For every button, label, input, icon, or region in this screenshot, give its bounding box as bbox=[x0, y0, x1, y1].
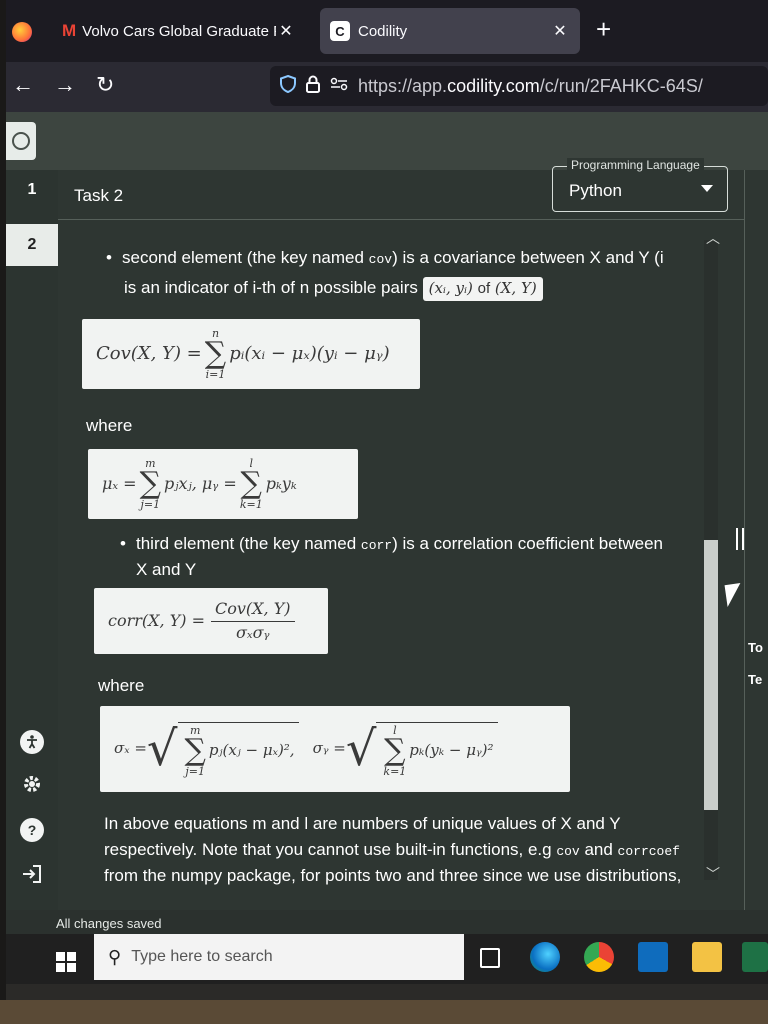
language-label: Programming Language bbox=[567, 158, 704, 172]
right-panel bbox=[744, 170, 768, 910]
codility-icon: C bbox=[330, 21, 350, 41]
sigma-formula: σₓ = √ m ∑ j=1 pⱼ(xⱼ − μₓ)², σᵧ = √ l ∑ k=1 … bbox=[100, 706, 570, 792]
search-icon: ⚲ bbox=[108, 946, 122, 967]
task-description-panel: Task 2 Programming Language Python • sec… bbox=[58, 158, 744, 910]
panel-splitter-handle[interactable] bbox=[736, 528, 744, 550]
url-bar[interactable]: https://app.codility.com/c/run/2FAHKC-64… bbox=[270, 66, 768, 106]
browser-tab-bar: M Volvo Cars Global Graduate Pro ✕ C Cod… bbox=[6, 0, 768, 62]
taskbar-search-input[interactable]: ⚲ Type here to search bbox=[94, 934, 464, 980]
excel-icon[interactable] bbox=[742, 942, 768, 972]
task-header: Task 2 Programming Language Python bbox=[58, 158, 744, 220]
corr-formula: corr(X, Y) = Cov(X, Y) σₓσᵧ bbox=[94, 588, 328, 654]
gmail-icon: M bbox=[62, 21, 77, 40]
tab-volvo[interactable]: M Volvo Cars Global Graduate Pro ✕ bbox=[52, 8, 306, 54]
firefox-icon bbox=[12, 22, 32, 42]
where-label: where bbox=[98, 676, 145, 695]
where-label: where bbox=[86, 416, 133, 435]
tab-title: Volvo Cars Global Graduate Pro bbox=[82, 22, 276, 40]
sidebar-item-task-1[interactable]: 1 bbox=[6, 170, 58, 210]
search-placeholder: Type here to search bbox=[131, 948, 273, 965]
chevron-up-icon[interactable]: ︿ bbox=[706, 228, 720, 248]
list-item: • third element (the key named corr) is … bbox=[120, 534, 664, 553]
reload-button[interactable]: ↻ bbox=[96, 72, 114, 98]
accessibility-icon[interactable] bbox=[20, 730, 44, 754]
task-view-icon[interactable] bbox=[480, 948, 500, 968]
right-panel-label: To bbox=[748, 640, 763, 655]
close-icon[interactable]: ✕ bbox=[276, 21, 296, 41]
shield-icon[interactable] bbox=[280, 74, 296, 98]
mouse-cursor-icon bbox=[724, 582, 744, 608]
list-item: • second element (the key named cov) is … bbox=[106, 248, 664, 267]
gear-icon[interactable] bbox=[20, 772, 44, 796]
pairs-math: (xᵢ, yᵢ) of (X, Y) bbox=[422, 277, 543, 301]
save-status: All changes saved bbox=[56, 916, 162, 931]
mu-formula: μₓ = m ∑ j=1 pⱼxⱼ, μᵧ = l ∑ k=1 pₖyₖ bbox=[88, 449, 358, 519]
help-icon[interactable]: ? bbox=[20, 818, 44, 842]
close-icon[interactable]: ✕ bbox=[550, 21, 570, 41]
file-explorer-icon[interactable] bbox=[692, 942, 722, 972]
lock-icon[interactable] bbox=[306, 75, 320, 98]
language-select[interactable]: Programming Language Python bbox=[552, 158, 728, 212]
outlook-icon[interactable] bbox=[638, 942, 668, 972]
cov-formula: Cov(X, Y) = n ∑ i=1 pᵢ(xᵢ − μₓ)(yᵢ − μᵧ) bbox=[82, 319, 420, 389]
scrollbar-thumb[interactable] bbox=[704, 540, 718, 810]
permissions-icon[interactable] bbox=[330, 76, 348, 96]
task-title: Task 2 bbox=[74, 186, 124, 205]
tab-codility[interactable]: C Codility ✕ bbox=[320, 8, 580, 54]
right-panel-label: Te bbox=[748, 672, 763, 687]
task-sidebar: 1 2 ? bbox=[6, 170, 58, 910]
paragraph-line: respectively. Note that you cannot use b… bbox=[104, 840, 680, 859]
chevron-down-icon bbox=[701, 185, 713, 192]
language-value: Python bbox=[569, 181, 622, 200]
chevron-down-icon[interactable]: ﹀ bbox=[706, 864, 720, 884]
new-tab-button[interactable]: + bbox=[596, 14, 611, 45]
browser-nav-bar: ← → ↻ https://app.codility.com/c/run/2FA… bbox=[6, 62, 768, 112]
paragraph-line: In above equations m and l are numbers o… bbox=[104, 814, 621, 833]
desk-surface bbox=[0, 1000, 768, 1024]
edge-icon[interactable] bbox=[530, 942, 560, 972]
forward-button[interactable]: → bbox=[54, 72, 76, 98]
codility-logo-icon[interactable] bbox=[6, 122, 36, 160]
windows-start-icon[interactable] bbox=[56, 952, 76, 972]
chrome-icon[interactable] bbox=[584, 942, 614, 972]
sidebar-item-task-2[interactable]: 2 bbox=[6, 224, 58, 266]
url-text: https://app.codility.com/c/run/2FAHKC-64… bbox=[358, 75, 703, 96]
list-item-continued: X and Y bbox=[136, 560, 197, 579]
back-button[interactable]: ← bbox=[12, 72, 34, 98]
windows-taskbar: ⚲ Type here to search bbox=[6, 934, 768, 984]
task-content: • second element (the key named cov) is … bbox=[58, 228, 708, 910]
list-item-continued: is an indicator of i-th of n possible pa… bbox=[124, 276, 543, 301]
paragraph-line: from the numpy package, for points two a… bbox=[104, 866, 682, 885]
tab-title: Codility bbox=[358, 22, 408, 40]
sign-out-icon[interactable] bbox=[20, 862, 44, 886]
